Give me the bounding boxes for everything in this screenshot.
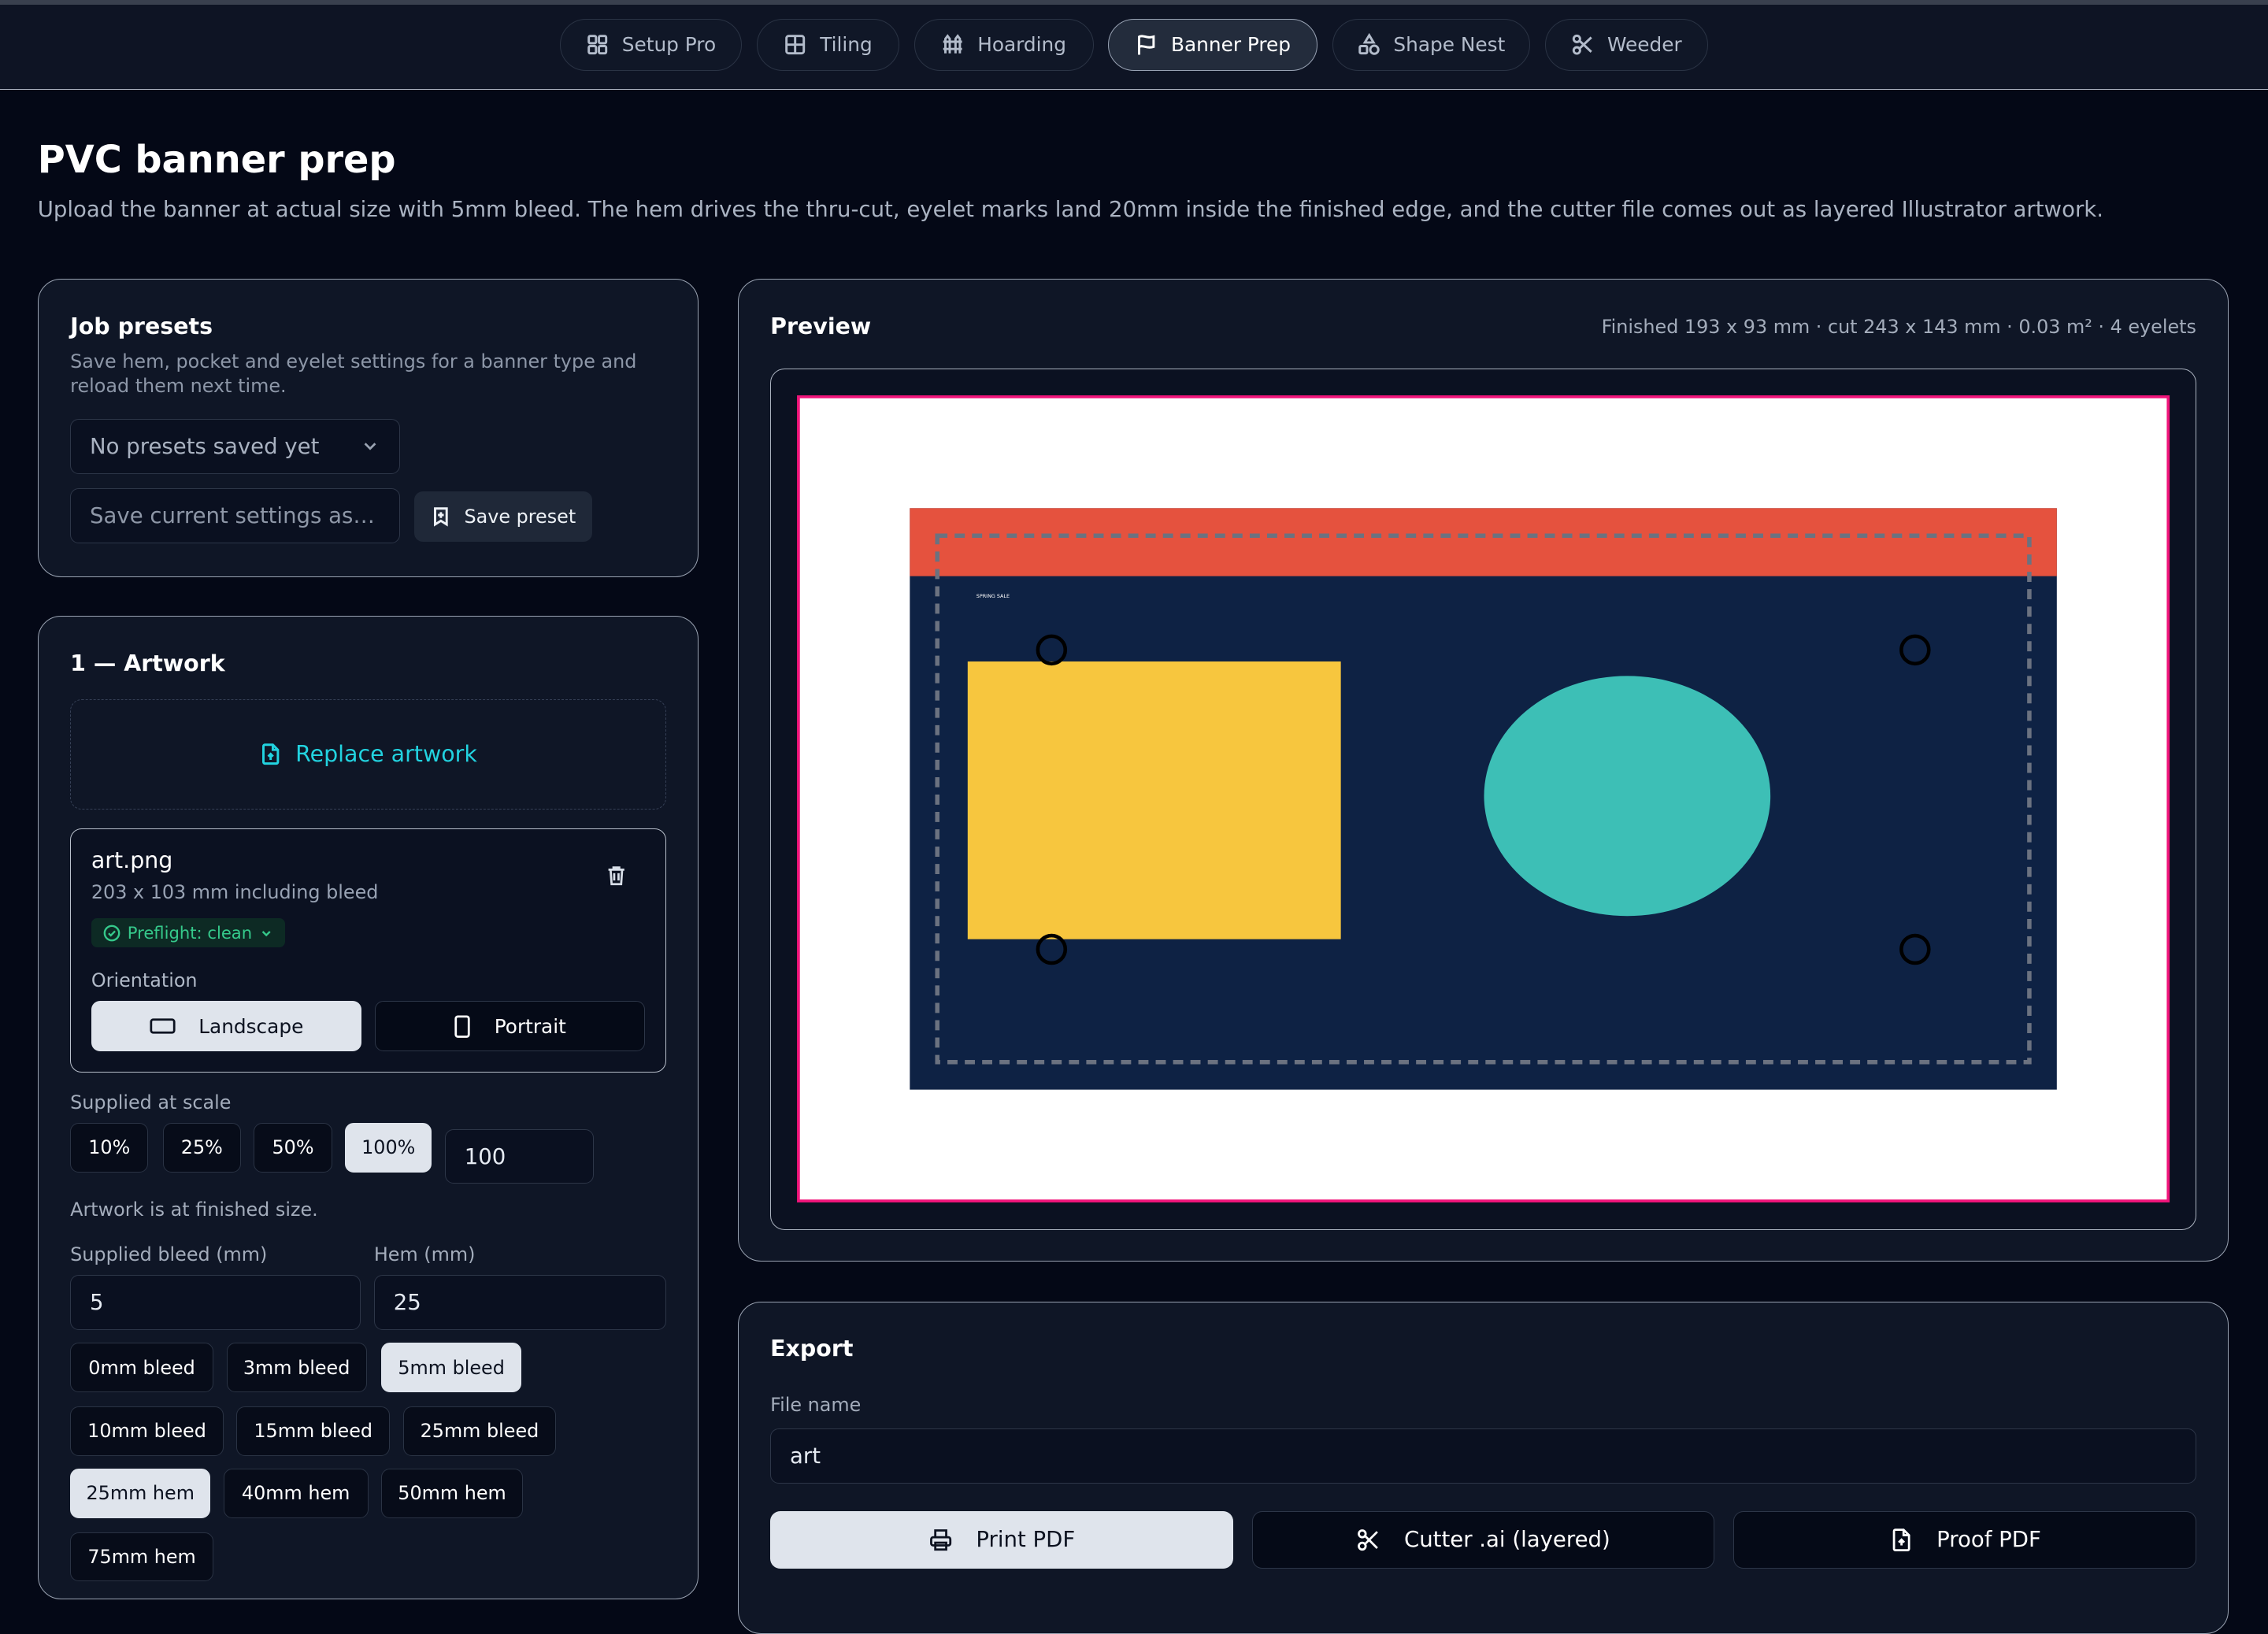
replace-artwork-label: Replace artwork (295, 741, 477, 768)
tool-navbar: Setup Pro Tiling Hoarding Banner Prep Sh… (0, 4, 2268, 90)
proof-pdf-button[interactable]: Proof PDF (1733, 1510, 2197, 1569)
job-presets-card: Job presets Save hem, pocket and eyelet … (37, 279, 699, 577)
banner-preview-svg: SPRING SALE (797, 395, 2170, 1202)
hem-input[interactable]: 25 (373, 1275, 666, 1330)
scale-chip-10[interactable]: 10% (70, 1123, 149, 1173)
tab-shape-nest[interactable]: Shape Nest (1332, 18, 1531, 71)
export-title: Export (770, 1336, 854, 1362)
preview-canvas: SPRING SALE (770, 368, 2197, 1231)
export-card: Export File name art Print PDF Cutter .a… (737, 1302, 2229, 1634)
tab-setup-pro[interactable]: Setup Pro (559, 18, 743, 71)
file-upload-icon (262, 743, 280, 765)
portrait-icon (454, 1015, 470, 1038)
bleed-chip-0mm[interactable]: 0mm bleed (70, 1343, 213, 1392)
proof-pdf-label: Proof PDF (1936, 1527, 2041, 1553)
tab-banner-prep[interactable]: Banner Prep (1107, 18, 1318, 71)
bleed-label: Supplied bleed (mm) (70, 1243, 268, 1265)
tab-label: Shape Nest (1393, 33, 1506, 57)
printer-icon (929, 1528, 951, 1551)
file-name: art.png (91, 847, 173, 874)
chevron-down-icon (262, 930, 271, 936)
job-presets-title: Job presets (70, 313, 213, 339)
fence-icon (943, 34, 962, 54)
grid-icon (587, 35, 608, 55)
orientation-portrait-button[interactable]: Portrait (374, 1001, 646, 1052)
bleed-chip-15mm[interactable]: 15mm bleed (236, 1406, 391, 1456)
artwork-rectangle (967, 661, 1341, 939)
cutter-ai-button[interactable]: Cutter .ai (layered) (1251, 1510, 1715, 1569)
preview-title: Preview (770, 313, 872, 339)
tab-label: Tiling (820, 33, 873, 57)
save-preset-button[interactable]: Save preset (414, 491, 593, 542)
job-presets-description: Save hem, pocket and eyelet settings for… (70, 350, 637, 397)
orientation-label: Orientation (91, 969, 198, 991)
bookmark-plus-icon (434, 507, 448, 527)
scale-note: Artwork is at finished size. (70, 1198, 318, 1221)
hem-label: Hem (mm) (373, 1243, 476, 1265)
tab-label: Hoarding (977, 33, 1066, 57)
preview-summary: Finished 193 x 93 mm · cut 243 x 143 mm … (1601, 316, 2196, 339)
save-preset-label: Save preset (464, 505, 576, 528)
preset-name-input[interactable]: Save current settings as… (70, 487, 400, 543)
preset-select-value: No presets saved yet (90, 433, 320, 459)
scale-label: Supplied at scale (70, 1091, 232, 1113)
trash-icon[interactable] (605, 864, 628, 887)
artwork-title: 1 — Artwork (70, 650, 225, 676)
orientation-landscape-label: Landscape (198, 1014, 304, 1038)
page-title: PVC banner prep (37, 139, 396, 183)
hem-chip-50mm[interactable]: 50mm hem (381, 1469, 524, 1518)
orientation-portrait-label: Portrait (494, 1014, 566, 1038)
artwork-file-card: art.png 203 x 103 mm including bleed Pre… (70, 828, 666, 1073)
preflight-badge[interactable]: Preflight: clean (91, 918, 286, 948)
check-circle-icon (103, 924, 120, 942)
hem-chip-25mm[interactable]: 25mm hem (70, 1469, 211, 1518)
tiles-icon (785, 35, 806, 55)
bleed-input[interactable]: 5 (70, 1275, 361, 1330)
tab-hoarding[interactable]: Hoarding (914, 18, 1094, 71)
bleed-chip-3mm[interactable]: 3mm bleed (226, 1343, 367, 1392)
shapes-icon (1358, 33, 1380, 55)
tab-weeder[interactable]: Weeder (1544, 18, 1709, 71)
scale-chip-50[interactable]: 50% (254, 1123, 332, 1173)
preflight-label: Preflight: clean (127, 923, 253, 943)
flag-icon (1138, 35, 1155, 55)
hem-chip-75mm[interactable]: 75mm hem (70, 1532, 213, 1582)
bleed-chip-10mm[interactable]: 10mm bleed (70, 1406, 224, 1456)
scale-chip-100[interactable]: 100% (345, 1123, 432, 1173)
tab-label: Banner Prep (1170, 33, 1292, 57)
scissors-icon (1572, 35, 1592, 55)
preset-select[interactable]: No presets saved yet (70, 418, 400, 474)
artwork-header-band (910, 507, 2057, 576)
tab-tiling[interactable]: Tiling (756, 18, 900, 71)
landscape-icon (150, 1018, 176, 1034)
preview-card: Preview Finished 193 x 93 mm · cut 243 x… (737, 279, 2229, 1262)
file-meta: 203 x 103 mm including bleed (91, 880, 379, 903)
tab-label: Setup Pro (621, 33, 717, 57)
print-pdf-label: Print PDF (976, 1527, 1076, 1553)
artwork-card: 1 — Artwork Replace artwork art.png 203 … (37, 616, 699, 1600)
file-name-input[interactable]: art (770, 1428, 2197, 1484)
bleed-chip-25mm[interactable]: 25mm bleed (402, 1406, 557, 1456)
chevron-down-icon (364, 443, 376, 450)
artwork-circle (1484, 675, 1771, 916)
scissors-icon (1358, 1528, 1379, 1551)
file-export-icon (1892, 1528, 1910, 1551)
cutter-ai-label: Cutter .ai (layered) (1403, 1527, 1610, 1553)
page-subtitle: Upload the banner at actual size with 5m… (37, 196, 2103, 222)
artwork-text: SPRING SALE (976, 593, 1010, 599)
file-name-label: File name (770, 1393, 862, 1416)
replace-artwork-dropzone[interactable]: Replace artwork (70, 699, 666, 810)
orientation-landscape-button[interactable]: Landscape (91, 1001, 362, 1052)
print-pdf-button[interactable]: Print PDF (770, 1510, 1233, 1569)
bleed-chip-5mm[interactable]: 5mm bleed (381, 1343, 522, 1392)
scale-chip-25[interactable]: 25% (162, 1123, 241, 1173)
hem-chip-40mm[interactable]: 40mm hem (223, 1469, 369, 1518)
tab-label: Weeder (1606, 33, 1682, 57)
scale-input[interactable]: 100 (444, 1128, 595, 1184)
